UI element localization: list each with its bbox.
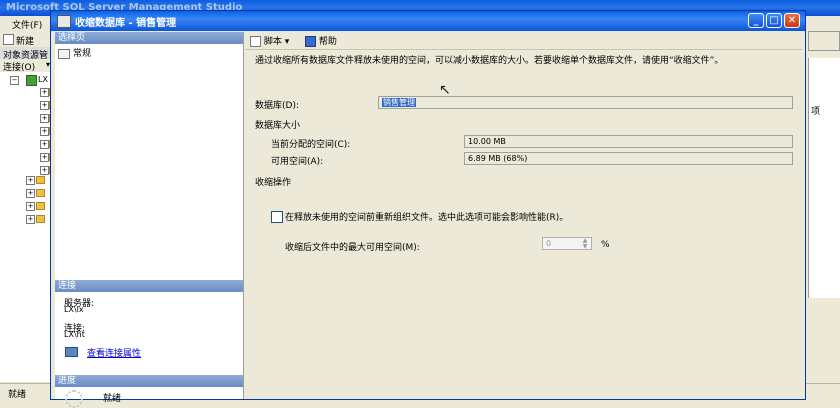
help-icon [305, 36, 316, 47]
page-item-general[interactable]: 常规 [58, 46, 91, 59]
script-button[interactable]: 脚本 ▾ [250, 34, 289, 47]
max-free-space-label: 收缩后文件中的最大可用空间(M): [285, 243, 420, 253]
stepper-down-icon[interactable]: ▼ [579, 244, 591, 250]
status-text: 就绪 [8, 390, 27, 400]
expand-icon[interactable]: + [40, 127, 49, 136]
progress-spinner-icon [65, 390, 83, 408]
object-explorer-connect-bar: 连接(O) ▾ [0, 59, 56, 73]
page-icon [58, 48, 70, 59]
expand-icon[interactable]: + [40, 101, 49, 110]
dialog-title: 收缩数据库 - 销售管理 [75, 18, 177, 29]
folder-icon [36, 202, 45, 210]
max-free-space-stepper[interactable]: 0 ▲ ▼ [542, 237, 592, 250]
shrink-section-label: 收缩操作 [255, 178, 292, 188]
allocated-space-field: 10.00 MB [464, 135, 793, 148]
connection-header: 连接 [55, 280, 243, 292]
expand-icon[interactable]: + [26, 189, 35, 198]
dialog-content: 通过收缩所有数据库文件释放未使用的空间，可以减小数据库的大小。若要收缩单个数据库… [245, 50, 805, 399]
app-menubar: 文件(F) [0, 16, 56, 31]
mouse-cursor-icon: ↖ [439, 82, 451, 98]
server-node-label[interactable]: LX [38, 75, 48, 84]
new-query-button[interactable]: 新建 [16, 34, 34, 47]
free-space-label: 可用空间(A): [271, 157, 324, 167]
object-explorer-tree: − LX + + + + + + + + + + + [0, 72, 58, 382]
percent-sign: % [601, 240, 610, 250]
expand-icon[interactable]: + [40, 114, 49, 123]
max-free-space-value: 0 [546, 239, 552, 248]
menu-file[interactable]: 文件(F) [12, 18, 42, 31]
description-text: 通过收缩所有数据库文件释放未使用的空间，可以减小数据库的大小。若要收缩单个数据库… [255, 56, 724, 66]
properties-item: 项 [811, 107, 821, 117]
properties-list: 项 [808, 58, 840, 298]
size-section-label: 数据库大小 [255, 121, 301, 131]
script-button-label: 脚本 [263, 37, 282, 47]
page-item-label: 常规 [73, 49, 92, 59]
dialog-titlebar[interactable]: 收缩数据库 - 销售管理 _ □ ✕ [51, 11, 805, 31]
connection-properties-icon [65, 347, 78, 357]
reorganize-checkbox-label[interactable]: 在释放未使用的空间前重新组织文件。选中此选项可能会影响性能(R)。 [285, 210, 568, 223]
allocated-space-label: 当前分配的空间(C): [271, 140, 351, 150]
dialog-left-pane: 选择页 常规 连接 服务器: LX\lx 连接: LX\ht 查看连接属性 进度… [55, 32, 244, 408]
panel-toolbar [808, 31, 840, 51]
minimize-button[interactable]: _ [748, 13, 764, 28]
app-toolbar: 新建 [0, 31, 56, 47]
object-explorer-header: 对象资源管 [0, 47, 56, 61]
progress-status: 就绪 [103, 394, 122, 404]
select-page-header: 选择页 [55, 32, 243, 44]
new-query-icon [3, 34, 14, 45]
expand-icon[interactable]: + [40, 166, 49, 175]
database-value: 销售管理 [382, 98, 416, 107]
free-space-field: 6.89 MB (68%) [464, 152, 793, 165]
folder-icon [36, 176, 45, 184]
chevron-down-icon: ▾ [284, 37, 290, 47]
expand-icon[interactable]: + [26, 202, 35, 211]
expand-icon[interactable]: + [40, 140, 49, 149]
view-connection-properties-link[interactable]: 查看连接属性 [87, 346, 141, 359]
help-button[interactable]: 帮助 [305, 34, 337, 47]
expand-icon[interactable]: + [40, 88, 49, 97]
script-icon [250, 36, 261, 47]
database-label: 数据库(D): [255, 101, 299, 111]
expand-icon[interactable]: + [26, 215, 35, 224]
folder-icon [36, 189, 45, 197]
database-icon [57, 15, 71, 28]
maximize-button[interactable]: □ [766, 13, 782, 28]
folder-icon [36, 215, 45, 223]
server-value: LX\lx [64, 305, 84, 314]
reorganize-checkbox[interactable] [271, 211, 283, 223]
shrink-database-dialog: 收缩数据库 - 销售管理 _ □ ✕ 选择页 常规 连接 服务器: LX\lx … [50, 10, 806, 408]
expand-icon[interactable]: + [26, 176, 35, 185]
close-button[interactable]: ✕ [784, 13, 800, 28]
collapse-icon[interactable]: − [10, 76, 19, 85]
connection-value: LX\ht [64, 330, 85, 339]
expand-icon[interactable]: + [40, 153, 49, 162]
help-button-label: 帮助 [318, 37, 337, 47]
dialog-toolbar: 脚本 ▾ 帮助 [245, 32, 803, 50]
progress-header: 进度 [55, 375, 243, 387]
server-icon [26, 75, 37, 86]
